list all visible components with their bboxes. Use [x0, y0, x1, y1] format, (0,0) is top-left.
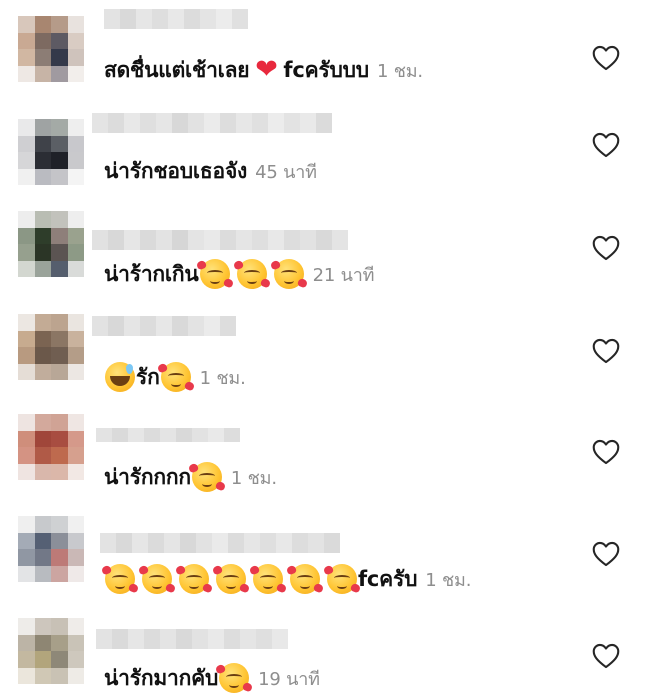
username-blurred[interactable]: [104, 9, 248, 29]
avatar[interactable]: [18, 16, 84, 82]
comment-row: สดชื่นแต่เช้าเลย ❤ fcครับบบ 1 ชม.: [0, 9, 647, 118]
heart-outline-icon[interactable]: [592, 235, 620, 261]
username-blurred[interactable]: [96, 428, 240, 442]
smiling-face-with-hearts-icon: [236, 259, 267, 289]
smiling-face-with-hearts-icon: [219, 663, 250, 693]
avatar[interactable]: [18, 618, 84, 684]
timestamp: 45 นาที: [255, 161, 317, 183]
smiling-face-with-hearts-icon: [160, 362, 191, 392]
smiling-face-with-hearts-icon: [191, 462, 222, 492]
comment-body-suffix: fcครับบบ: [283, 57, 369, 82]
comment-body: น่ารักกกก: [104, 464, 191, 489]
comment-text: น่ารักชอบเธอจัง 45 นาที: [104, 154, 317, 188]
heart-outline-icon[interactable]: [592, 45, 620, 71]
heart-outline-icon[interactable]: [592, 643, 620, 669]
comment-row: fcครับ 1 ชม.: [0, 515, 647, 618]
comment-body: น่าร้ากเกิน: [104, 261, 199, 286]
comment-body: รัก: [136, 364, 160, 389]
smiling-face-with-hearts-icon: [253, 564, 283, 594]
comment-text: รัก 1 ชม.: [104, 360, 246, 394]
username-blurred[interactable]: [92, 113, 332, 133]
timestamp: 19 นาที: [258, 668, 320, 690]
smiling-face-with-hearts-icon: [199, 259, 230, 289]
smiling-face-with-hearts-icon: [290, 564, 320, 594]
comment-row: รัก 1 ชม.: [0, 313, 647, 416]
red-heart-icon: ❤: [255, 54, 278, 85]
comment-text: fcครับ 1 ชม.: [104, 562, 471, 596]
timestamp: 1 ชม.: [199, 367, 246, 389]
grinning-face-with-sweat-icon: [105, 362, 135, 392]
username-blurred[interactable]: [100, 533, 340, 553]
comment-row: น่ารักกกก 1 ชม.: [0, 413, 647, 516]
smiling-face-with-hearts-icon: [216, 564, 246, 594]
timestamp: 1 ชม.: [230, 467, 277, 489]
comment-text: น่ารักมากคับ 19 นาที: [104, 661, 320, 695]
comment-text: น่าร้ากเกิน 21 นาที: [104, 257, 375, 291]
heart-outline-icon[interactable]: [592, 338, 620, 364]
comment-row: น่าร้ากเกิน 21 นาที: [0, 210, 647, 313]
comment-text: สดชื่นแต่เช้าเลย ❤ fcครับบบ 1 ชม.: [104, 53, 423, 87]
smiling-face-with-hearts-icon: [105, 564, 135, 594]
timestamp: 21 นาที: [312, 264, 375, 286]
comment-body: น่ารักชอบเธอจัง: [104, 158, 248, 183]
avatar[interactable]: [18, 414, 84, 480]
username-blurred[interactable]: [96, 629, 288, 649]
comment-text: น่ารักกกก 1 ชม.: [104, 460, 277, 494]
smiling-face-with-hearts-icon: [179, 564, 209, 594]
avatar[interactable]: [18, 314, 84, 380]
username-blurred[interactable]: [92, 316, 236, 336]
comment-row: น่ารักชอบเธอจัง 45 นาที: [0, 113, 647, 221]
comment-body: น่ารักมากคับ: [104, 665, 219, 690]
comment-body-suffix: fcครับ: [358, 566, 418, 591]
timestamp: 1 ชม.: [376, 60, 423, 82]
smiling-face-with-hearts-icon: [327, 564, 357, 594]
timestamp: 1 ชม.: [425, 569, 472, 591]
avatar[interactable]: [18, 119, 84, 185]
comment-row: น่ารักมากคับ 19 นาที: [0, 617, 647, 696]
username-blurred[interactable]: [92, 230, 348, 250]
heart-outline-icon[interactable]: [592, 541, 620, 567]
heart-outline-icon[interactable]: [592, 439, 620, 465]
smiling-face-with-hearts-icon: [273, 259, 304, 289]
heart-outline-icon[interactable]: [592, 132, 620, 158]
avatar[interactable]: [18, 516, 84, 582]
comment-body: สดชื่นแต่เช้าเลย: [104, 57, 250, 82]
smiling-face-with-hearts-icon: [142, 564, 172, 594]
avatar[interactable]: [18, 211, 84, 277]
